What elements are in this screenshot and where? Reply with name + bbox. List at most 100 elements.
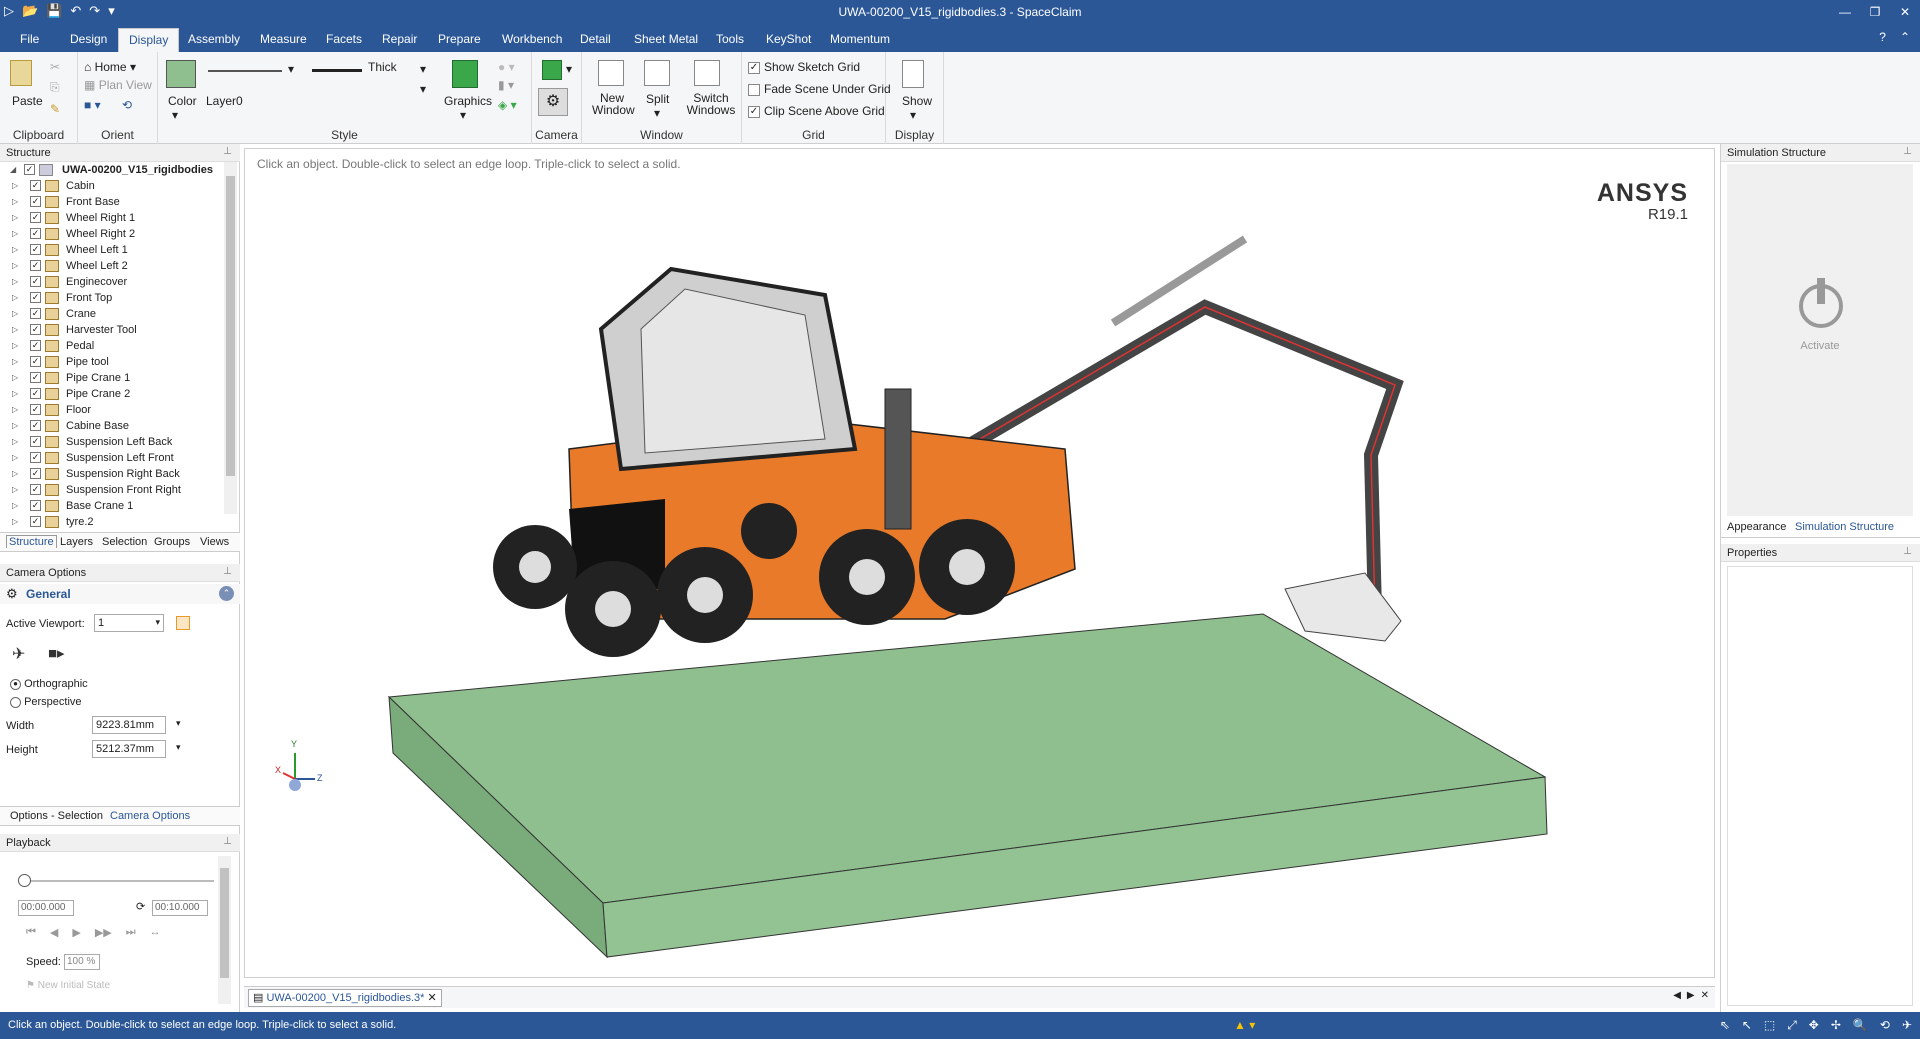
expand-icon[interactable]: ▷ [12, 498, 18, 514]
tree-checkbox[interactable]: ✓ [30, 276, 41, 287]
tree-item[interactable]: ▷ ✓ Wheel Left 2 [0, 258, 224, 274]
color-button[interactable]: Color [168, 94, 197, 108]
tree-item[interactable]: ▷ ✓ Wheel Right 1 [0, 210, 224, 226]
tab-options-selection[interactable]: Options - Selection [10, 810, 103, 822]
tree-checkbox[interactable]: ✓ [30, 180, 41, 191]
tree-item[interactable]: ▷ ✓ Suspension Left Back [0, 434, 224, 450]
tree-scrollbar[interactable] [224, 162, 237, 514]
line-style-sample[interactable] [208, 70, 282, 72]
close-icon[interactable]: ✕ [1890, 0, 1920, 24]
tab-views[interactable]: Views [200, 536, 229, 548]
perspective-radio[interactable]: Perspective [10, 696, 82, 708]
camera-settings-icon[interactable]: ⚙ [538, 88, 568, 116]
expand-icon[interactable]: ▷ [12, 450, 18, 466]
display-mode-icon[interactable]: ◈ ▾ [498, 98, 517, 112]
expand-icon[interactable]: ▷ [12, 322, 18, 338]
minimize-icon[interactable]: — [1830, 0, 1860, 24]
select-tool-icon[interactable]: ⇖ [1720, 1018, 1730, 1033]
tab-detail[interactable]: Detail [570, 28, 621, 52]
tree-scroll-thumb[interactable] [226, 176, 235, 476]
tree-checkbox[interactable]: ✓ [30, 292, 41, 303]
tree-checkbox[interactable]: ✓ [30, 436, 41, 447]
tree-item[interactable]: ▷ ✓ Pipe Crane 1 [0, 370, 224, 386]
tree-checkbox[interactable]: ✓ [30, 372, 41, 383]
pan-icon[interactable]: ✥ [1809, 1018, 1819, 1033]
camera-view-icon[interactable] [542, 60, 562, 80]
format-painter-icon[interactable]: ✎ [50, 102, 60, 116]
model-view[interactable] [245, 149, 1714, 977]
timeline-handle[interactable] [18, 874, 31, 887]
tree-item[interactable]: ▷ ✓ Base Crane 1 [0, 498, 224, 514]
home-button[interactable]: ⌂ Home ▾ [84, 60, 136, 74]
tab-selection[interactable]: Selection [102, 536, 147, 548]
zoom-box-icon[interactable]: ⤢ [1787, 1018, 1797, 1033]
style-more-icon[interactable]: ▾ [420, 82, 426, 96]
split-button[interactable]: Split [646, 92, 669, 106]
line-weight-sample[interactable] [312, 69, 362, 72]
tree-item[interactable]: ▷ ✓ Pipe tool [0, 354, 224, 370]
lighting-icon[interactable]: ● ▾ [498, 60, 515, 74]
new-window-icon[interactable] [598, 60, 624, 86]
tab-tools[interactable]: Tools [706, 28, 754, 52]
tree-checkbox[interactable]: ✓ [30, 212, 41, 223]
tree-checkbox[interactable]: ✓ [30, 420, 41, 431]
pointer-icon[interactable]: ↖ [1742, 1018, 1752, 1033]
expand-icon[interactable]: ▷ [12, 290, 18, 306]
tree-item[interactable]: ▷ ✓ Wheel Right 2 [0, 226, 224, 242]
tree-item[interactable]: ▷ ✓ Wheel Left 1 [0, 242, 224, 258]
expand-icon[interactable]: ▷ [12, 402, 18, 418]
loop-icon[interactable]: ⟳ [136, 900, 145, 913]
expand-icon[interactable]: ▷ [12, 258, 18, 274]
split-icon[interactable] [644, 60, 670, 86]
bounce-icon[interactable]: ↔ [150, 926, 161, 939]
warning-icon[interactable]: ▲ ▾ [1234, 1018, 1255, 1032]
expand-icon[interactable]: ▷ [12, 194, 18, 210]
paste-icon[interactable] [10, 60, 32, 86]
paste-button[interactable]: Paste [12, 94, 43, 108]
switch-windows-icon[interactable] [694, 60, 720, 86]
tree-checkbox[interactable]: ✓ [30, 244, 41, 255]
show-sketch-grid-checkbox[interactable]: ✓ Show Sketch Grid [748, 60, 860, 74]
copy-icon[interactable]: ⎘ [50, 80, 60, 95]
collapse-section-icon[interactable]: ⌃ [219, 586, 234, 601]
tree-item[interactable]: ▷ ✓ Floor [0, 402, 224, 418]
show-dropdown-icon[interactable]: ▾ [910, 108, 916, 122]
fly-tool-icon[interactable]: ✈ [1902, 1018, 1912, 1033]
tyre-2[interactable] [741, 503, 797, 559]
timeline-track[interactable] [20, 880, 214, 882]
tab-file[interactable]: File [10, 28, 49, 52]
camera-icon[interactable]: ■▸ [48, 644, 65, 662]
tree-item[interactable]: ▷ ✓ Cabin [0, 178, 224, 194]
start-time-field[interactable]: 00:00.000 [18, 900, 74, 916]
tree-checkbox[interactable]: ✓ [30, 340, 41, 351]
line-weight-arrow-icon[interactable]: ▾ [420, 62, 426, 76]
close-tab-icon[interactable]: ✕ [428, 992, 437, 1004]
zoom-icon[interactable]: 🔍 [1853, 1018, 1868, 1033]
expand-icon[interactable]: ▷ [12, 482, 18, 498]
tree-item[interactable]: ▷ ✓ Front Base [0, 194, 224, 210]
harvester-tool[interactable] [1284, 572, 1402, 642]
expand-icon[interactable]: ▷ [12, 514, 18, 530]
crane-base-column[interactable] [884, 388, 912, 530]
general-section-header[interactable]: ⚙ General ⌃ [0, 584, 240, 604]
expand-icon[interactable]: ▷ [12, 466, 18, 482]
tab-prepare[interactable]: Prepare [428, 28, 491, 52]
spin-tool-icon[interactable]: ⟲ [1880, 1018, 1890, 1033]
view-cube-icon[interactable]: ■ ▾ [84, 98, 101, 112]
expand-icon[interactable]: ▷ [12, 354, 18, 370]
layer-dropdown[interactable]: Layer0 [206, 94, 243, 108]
tree-item[interactable]: ▷ ✓ Front Top [0, 290, 224, 306]
pin-icon[interactable]: ⊥ [1903, 146, 1912, 157]
tab-design[interactable]: Design [60, 28, 117, 52]
playback-scrollbar[interactable] [218, 856, 231, 1004]
shading-icon[interactable]: ▮ ▾ [498, 78, 514, 92]
tree-item[interactable]: ▷ ✓ Pipe Crane 2 [0, 386, 224, 402]
new-initial-state-button[interactable]: ⚑ New Initial State [26, 980, 110, 991]
expand-icon[interactable]: ▷ [12, 370, 18, 386]
tree-checkbox[interactable]: ✓ [30, 196, 41, 207]
tree-item[interactable]: ▷ ✓ Enginecover [0, 274, 224, 290]
design-canvas[interactable]: Click an object. Double-click to select … [244, 148, 1715, 978]
tree-checkbox[interactable]: ✓ [30, 388, 41, 399]
collapse-ribbon-icon[interactable]: ⌃ [1900, 30, 1910, 44]
tab-groups[interactable]: Groups [154, 536, 190, 548]
